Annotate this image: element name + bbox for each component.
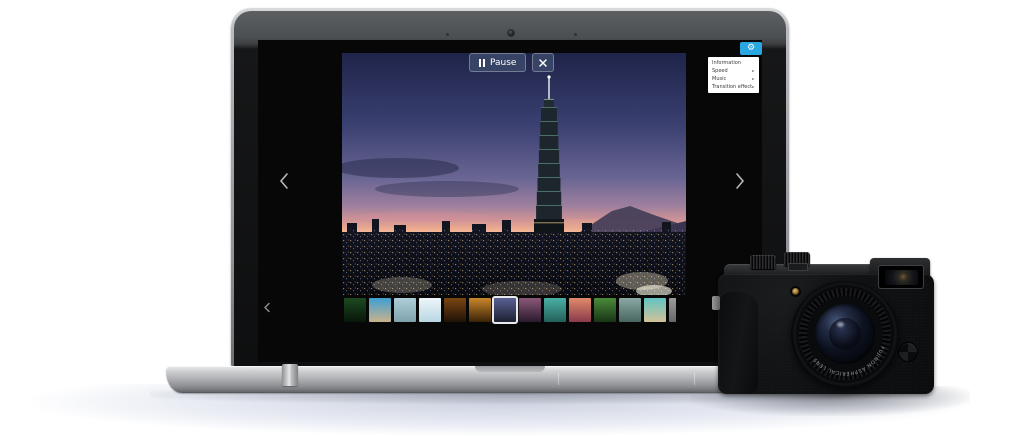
slideshow-controls: Pause xyxy=(469,53,555,72)
submenu-arrow-icon: ▸ xyxy=(752,76,755,82)
menu-item-music[interactable]: Music ▸ xyxy=(708,75,759,83)
lens-highlight xyxy=(837,322,844,327)
chevron-left-icon xyxy=(264,302,270,313)
camera-lens: FUJINON ASPHERICAL LENS xyxy=(791,280,899,388)
prev-slide-button[interactable] xyxy=(278,172,290,190)
gear-icon: ⚙ xyxy=(746,43,756,53)
settings-button[interactable]: ⚙ xyxy=(740,42,762,55)
chevron-left-icon xyxy=(279,173,288,189)
thumbnail[interactable] xyxy=(394,298,416,322)
close-icon xyxy=(539,58,548,67)
menu-item-label: Transition effect xyxy=(712,84,753,90)
webcam-icon xyxy=(507,29,515,37)
base-seam xyxy=(694,373,695,385)
submenu-arrow-icon: ▸ xyxy=(752,84,755,90)
camera-rear-dial xyxy=(898,342,918,362)
lens-element xyxy=(829,318,861,350)
thumbnail[interactable] xyxy=(419,298,441,322)
thumbnail[interactable] xyxy=(369,298,391,322)
thumbnail[interactable] xyxy=(569,298,591,322)
camera-dial xyxy=(750,255,776,269)
menu-item-label: Music xyxy=(712,76,727,82)
thumbnail[interactable] xyxy=(469,298,491,322)
pause-icon xyxy=(479,58,485,67)
thumbnail-scroll-left-button[interactable] xyxy=(263,302,271,313)
page: Pause ⚙ Information Speed ▸ Music ▸ Transitio… xyxy=(0,0,1024,436)
menu-item-speed[interactable]: Speed ▸ xyxy=(708,67,759,75)
submenu-arrow-icon: ▸ xyxy=(752,68,755,74)
base-notch xyxy=(475,366,545,372)
menu-item-transition-effect[interactable]: Transition effect ▸ xyxy=(708,83,759,91)
camera: FUJINON ASPHERICAL LENS xyxy=(712,250,940,398)
microphone-dot xyxy=(574,33,577,36)
thumbnail[interactable] xyxy=(544,298,566,322)
thumbnail-selected[interactable] xyxy=(492,296,518,324)
slideshow-photo xyxy=(342,53,686,295)
base-seam xyxy=(558,373,559,385)
close-button[interactable] xyxy=(532,53,555,72)
thumbnail[interactable] xyxy=(619,298,641,322)
settings-menu: Information Speed ▸ Music ▸ Transition effect… xyxy=(708,57,759,93)
next-slide-button[interactable] xyxy=(734,172,746,190)
menu-item-label: Speed xyxy=(712,68,728,74)
thumbnail[interactable] xyxy=(519,298,541,322)
thumbnail[interactable] xyxy=(344,298,366,322)
menu-item-information[interactable]: Information xyxy=(708,59,759,67)
pause-button[interactable]: Pause xyxy=(469,53,527,72)
menu-item-label: Information xyxy=(712,60,741,66)
camera-strap-lug xyxy=(712,296,720,310)
thumbnail[interactable] xyxy=(669,298,676,322)
laptop-hinge xyxy=(282,364,298,386)
pause-button-label: Pause xyxy=(490,57,517,68)
thumbnail[interactable] xyxy=(444,298,466,322)
camera-grip xyxy=(718,290,758,394)
chevron-right-icon xyxy=(736,173,745,189)
thumbnail[interactable] xyxy=(644,298,666,322)
camera-hotshoe xyxy=(788,263,808,271)
microphone-dot xyxy=(446,33,449,36)
thumbnail[interactable] xyxy=(594,298,616,322)
thumbnail-strip xyxy=(344,296,676,324)
laptop-screen: Pause ⚙ Information Speed ▸ Music ▸ Transitio… xyxy=(258,40,762,362)
